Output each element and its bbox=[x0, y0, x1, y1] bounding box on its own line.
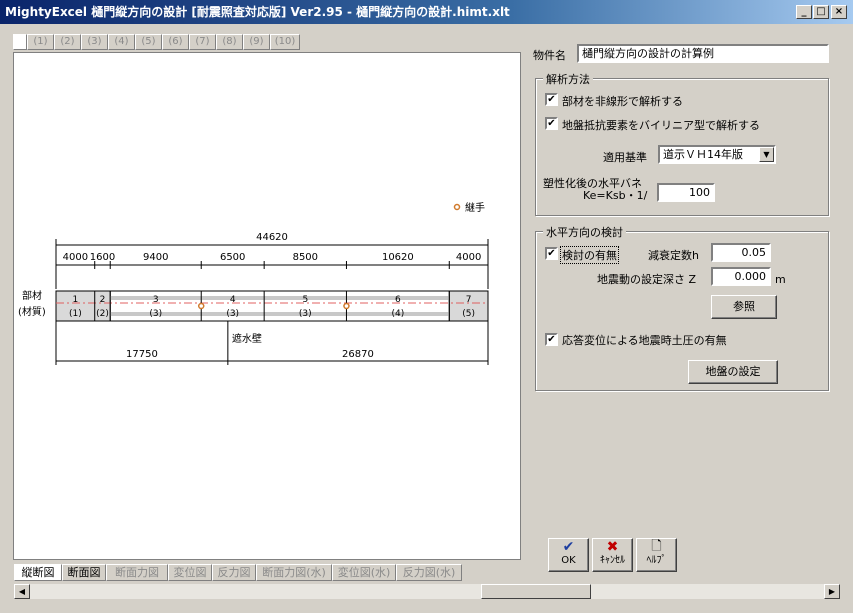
damping-input[interactable]: 0.05 bbox=[711, 243, 771, 262]
view-tab-2[interactable]: 断面図 bbox=[62, 564, 106, 581]
joint-icon-1 bbox=[197, 302, 205, 310]
split-length-right: 26870 bbox=[342, 349, 374, 360]
member-tab-9[interactable]: (9) bbox=[243, 34, 270, 50]
joint-legend-label: 継手 bbox=[465, 201, 485, 214]
checkmark-icon: ✔ bbox=[562, 539, 575, 555]
member-no-2: 2 bbox=[100, 295, 106, 305]
member-material-2: (2) bbox=[96, 309, 109, 319]
member-no-3: 3 bbox=[153, 295, 159, 305]
maximize-button[interactable]: □ bbox=[813, 5, 829, 19]
joint-legend-icon bbox=[453, 203, 461, 211]
member-tab-10[interactable]: (10) bbox=[270, 34, 300, 50]
member-no-4: 4 bbox=[230, 295, 236, 305]
document-icon: 🗋 bbox=[651, 539, 662, 554]
chevron-down-icon[interactable]: ▼ bbox=[759, 147, 774, 162]
bilinear-label: 地盤抵抗要素をバイリニア型で解析する bbox=[562, 119, 760, 132]
scroll-thumb[interactable] bbox=[481, 584, 591, 599]
segment-length-4: 6500 bbox=[220, 252, 245, 263]
member-material-1: (1) bbox=[69, 309, 82, 319]
view-tab-3[interactable]: 断面力図 bbox=[106, 564, 168, 581]
ok-label: OK bbox=[561, 555, 576, 566]
check-exist-checkbox[interactable]: ✔ bbox=[545, 247, 558, 260]
spring-input[interactable]: 100 bbox=[657, 183, 715, 202]
member-material-7: (5) bbox=[462, 309, 475, 319]
response-checkbox[interactable]: ✔ bbox=[545, 333, 558, 346]
member-tab-7[interactable]: (7) bbox=[189, 34, 216, 50]
horizontal-group-title: 水平方向の検討 bbox=[543, 224, 626, 240]
segment-length-3: 9400 bbox=[143, 252, 168, 263]
spring-label-2: Ke=Ksb・1/ bbox=[583, 189, 648, 202]
response-label: 応答変位による地震時土圧の有無 bbox=[562, 334, 727, 347]
reference-button[interactable]: 参照 bbox=[711, 295, 777, 319]
member-no-6: 6 bbox=[395, 295, 401, 305]
help-label: ﾍﾙﾌﾟ bbox=[646, 555, 667, 566]
member-tab-5[interactable]: (5) bbox=[135, 34, 162, 50]
structure-body bbox=[55, 290, 489, 322]
split-length-left: 17750 bbox=[126, 349, 158, 360]
total-length-label: 44620 bbox=[256, 232, 288, 243]
depth-input[interactable]: 0.000 bbox=[711, 267, 771, 286]
longitudinal-drawing: 446204000 1600 9400 6500 8500 10620 40001(1)2(… bbox=[18, 201, 489, 365]
view-tab-5[interactable]: 反力図 bbox=[212, 564, 256, 581]
depth-unit: m bbox=[775, 273, 786, 286]
check-exist-label: 検討の有無 bbox=[560, 246, 619, 264]
member-tab-2[interactable]: (2) bbox=[54, 34, 81, 50]
close-button[interactable]: × bbox=[831, 5, 847, 19]
cutoff-wall-label: 遮水壁 bbox=[232, 332, 262, 345]
member-tab-3[interactable]: (3) bbox=[81, 34, 108, 50]
member-tab-6[interactable]: (6) bbox=[162, 34, 189, 50]
standard-select[interactable]: 道示ＶＨ14年版 ▼ bbox=[658, 145, 776, 164]
view-tab-6[interactable]: 断面力図(水) bbox=[256, 564, 332, 581]
view-tab-7[interactable]: 変位図(水) bbox=[332, 564, 396, 581]
depth-label: 地震動の設定深さ Z bbox=[597, 273, 697, 286]
ok-button[interactable]: ✔ OK bbox=[548, 538, 589, 572]
member-no-7: 7 bbox=[466, 295, 472, 305]
cancel-button[interactable]: ✖ ｷｬﾝｾﾙ bbox=[592, 538, 633, 572]
segment-length-6: 10620 bbox=[382, 252, 414, 263]
analysis-method-title: 解析方法 bbox=[543, 71, 593, 87]
minimize-button[interactable]: _ bbox=[796, 5, 812, 19]
member-material-6: (4) bbox=[391, 309, 404, 319]
window-title: MightyExcel 樋門縦方向の設計 [耐震照査対応版] Ver2.95 -… bbox=[5, 5, 510, 19]
member-no-1: 1 bbox=[72, 295, 78, 305]
bilinear-checkbox[interactable]: ✔ bbox=[545, 117, 558, 130]
view-tab-8[interactable]: 反力図(水) bbox=[396, 564, 462, 581]
project-name-input[interactable]: 樋門縦方向の設計の計算例 bbox=[577, 44, 829, 63]
member-material-4: (3) bbox=[226, 309, 239, 319]
material-row-label: (材質) bbox=[18, 305, 46, 318]
cancel-label: ｷｬﾝｾﾙ bbox=[600, 555, 625, 566]
damping-label: 減衰定数h bbox=[648, 249, 699, 262]
member-tab-8[interactable]: (8) bbox=[216, 34, 243, 50]
cross-icon: ✖ bbox=[606, 539, 619, 555]
standard-value: 道示ＶＨ14年版 bbox=[663, 148, 743, 161]
member-tab-4[interactable]: (4) bbox=[108, 34, 135, 50]
member-no-5: 5 bbox=[302, 295, 308, 305]
drawing-canvas: 44620 4000 1600 9400 6500 8500 10620 4000 1 (1) 2(… bbox=[13, 52, 521, 560]
segment-length-1: 4000 bbox=[63, 252, 88, 263]
project-name-label: 物件名 bbox=[533, 49, 566, 62]
nonlinear-checkbox[interactable]: ✔ bbox=[545, 93, 558, 106]
title-bar: MightyExcel 樋門縦方向の設計 [耐震照査対応版] Ver2.95 -… bbox=[0, 0, 853, 24]
nonlinear-label: 部材を非線形で解析する bbox=[562, 95, 683, 108]
segment-length-2: 1600 bbox=[90, 252, 115, 263]
scroll-right-icon[interactable]: ▶ bbox=[824, 584, 840, 599]
view-tab-1[interactable]: 縦断図 bbox=[14, 564, 62, 581]
help-button[interactable]: 🗋 ﾍﾙﾌﾟ bbox=[636, 538, 677, 572]
scroll-left-icon[interactable]: ◀ bbox=[14, 584, 30, 599]
member-material-3: (3) bbox=[149, 309, 162, 319]
segment-length-7: 4000 bbox=[456, 252, 481, 263]
tab-blank[interactable] bbox=[13, 34, 27, 50]
standard-label: 適用基準 bbox=[603, 151, 647, 164]
joint-icon-2 bbox=[343, 302, 350, 310]
ground-settings-button[interactable]: 地盤の設定 bbox=[688, 360, 778, 384]
horizontal-scrollbar[interactable]: ◀ ▶ bbox=[13, 583, 841, 600]
member-tab-1[interactable]: (1) bbox=[27, 34, 54, 50]
segment-length-5: 8500 bbox=[293, 252, 318, 263]
view-tab-4[interactable]: 変位図 bbox=[168, 564, 212, 581]
member-row-label: 部材 bbox=[22, 289, 42, 302]
member-material-5: (3) bbox=[299, 309, 312, 319]
